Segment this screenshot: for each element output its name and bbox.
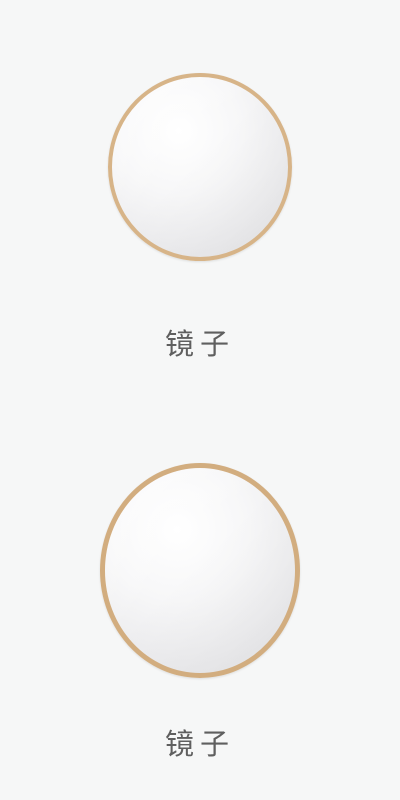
product-label: 镜子: [164, 727, 235, 761]
product-label: 镜子: [164, 327, 235, 361]
product-card-mirror-1[interactable]: 镜子: [0, 0, 400, 400]
round-mirror-icon: [108, 73, 292, 261]
round-mirror-icon: [100, 463, 300, 678]
product-grid: 镜子 镜子: [0, 0, 400, 800]
product-card-mirror-2[interactable]: 镜子: [0, 400, 400, 800]
